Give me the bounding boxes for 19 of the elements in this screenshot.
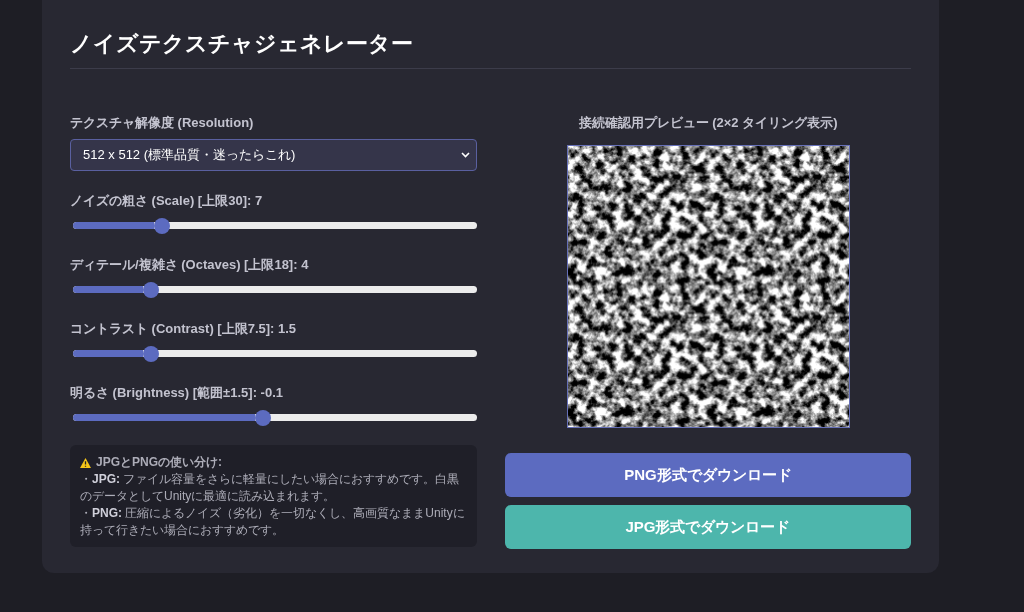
warning-icon: [80, 457, 91, 468]
slider-label: コントラスト (Contrast) [上限7.5]: 1.5: [70, 320, 298, 338]
page-title: ノイズテクスチャジェネレーター: [70, 30, 414, 58]
download-button[interactable]: PNG形式でダウンロード: [505, 453, 911, 497]
preview-label: 接続確認用プレビュー (2×2 タイリング表示): [578, 114, 838, 132]
slider-label: 明るさ (Brightness) [範囲±1.5]: -0.1: [70, 384, 284, 402]
slider-thumb[interactable]: [142, 345, 159, 362]
note-heading: JPGとPNGの使い分け:: [96, 454, 222, 471]
slider-label: ディテール/複雑さ (Octaves) [上限18]: 4: [70, 256, 310, 274]
slider-thumb[interactable]: [255, 409, 272, 426]
chevron-down-icon: [461, 152, 470, 158]
note-text: ・JPG: ファイル容量をさらに軽量にしたい場合におすすめです。白黒のデータとしてUnityに最適に読み込まれます。: [80, 471, 461, 505]
resolution-label: テクスチャ解像度 (Resolution): [70, 114, 255, 132]
note-text: ・PNG: 圧縮によるノイズ（劣化）を一切なくし、高画質なままUnityに持って行きたい場合におすすめです。: [80, 505, 466, 539]
resolution-dropdown[interactable]: 512 x 512 (標準品質・迷ったらこれ): [70, 139, 477, 171]
slider-thumb[interactable]: [154, 217, 171, 234]
download-button[interactable]: JPG形式でダウンロード: [505, 505, 911, 549]
slider-thumb[interactable]: [142, 281, 159, 298]
slider-label: ノイズの粗さ (Scale) [上限30]: 7: [70, 192, 264, 210]
